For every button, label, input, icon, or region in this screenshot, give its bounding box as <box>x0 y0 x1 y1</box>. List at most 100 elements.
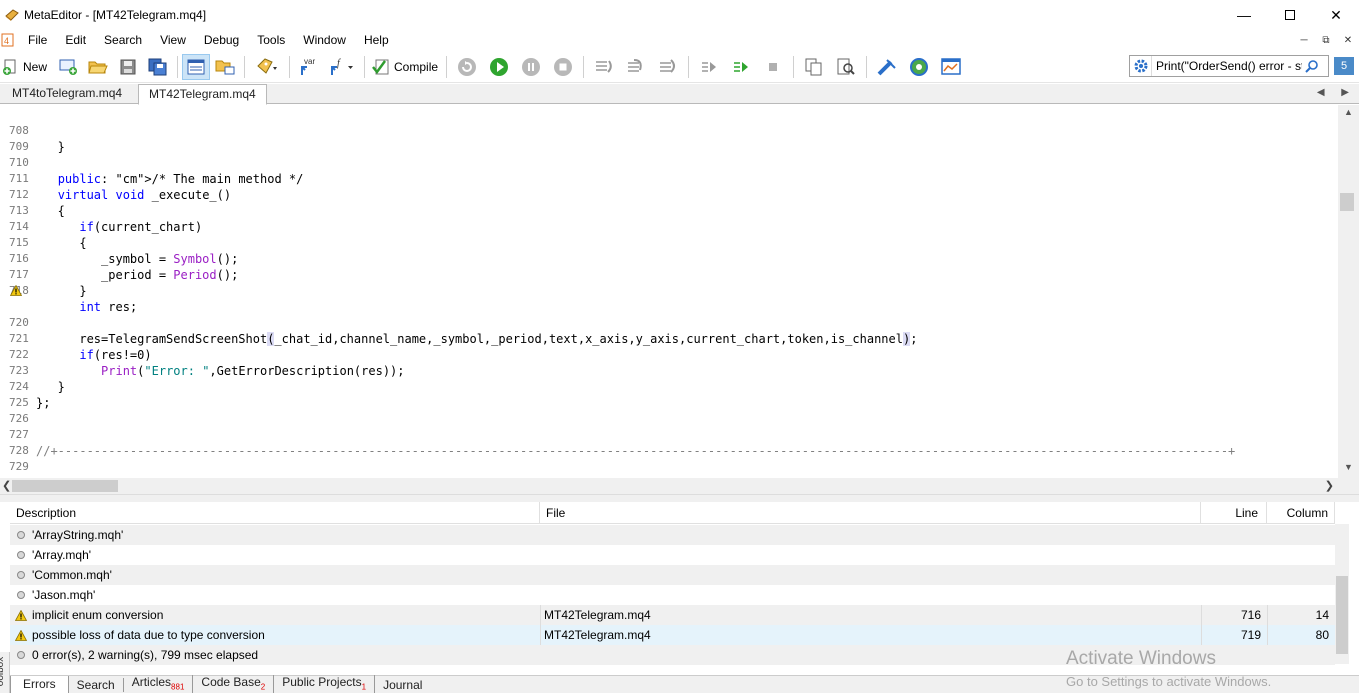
table-row[interactable]: 'ArrayString.mqh' <box>10 525 1335 545</box>
styler-dropdown-button[interactable] <box>249 54 285 80</box>
scroll-right-icon[interactable]: ❯ <box>1325 478 1334 494</box>
stop-button[interactable] <box>547 54 579 80</box>
menu-help[interactable]: Help <box>355 30 398 50</box>
table-row[interactable]: implicit enum conversion MT42Telegram.mq… <box>10 605 1335 625</box>
mdi-minimize-icon[interactable]: ─ <box>1293 35 1315 46</box>
run-arrow-gray-icon <box>702 61 717 72</box>
panel-splitter[interactable] <box>0 494 1359 502</box>
table-row[interactable]: 'Array.mqh' <box>10 545 1335 565</box>
column-header-line[interactable]: Line <box>1201 502 1267 524</box>
scroll-left-icon[interactable]: ❮ <box>2 478 11 494</box>
new-button[interactable]: New <box>2 54 47 80</box>
errors-vertical-scrollbar[interactable] <box>1335 524 1349 664</box>
tab-errors[interactable]: Errors <box>10 675 69 693</box>
step-out-button[interactable] <box>652 54 684 80</box>
menu-window[interactable]: Window <box>294 30 355 50</box>
toolbox-side-label[interactable]: oolbox <box>0 652 10 693</box>
styler-button[interactable] <box>871 54 903 80</box>
scroll-up-icon[interactable]: ▲ <box>1338 107 1359 121</box>
column-header-column[interactable]: Column <box>1267 502 1335 524</box>
navigator-toggle-button[interactable] <box>182 53 211 80</box>
info-dot-icon <box>17 571 25 579</box>
code-line: 710 public: "cm">/* The main method */ <box>0 139 1338 186</box>
info-dot-icon <box>17 551 25 559</box>
tab-mt4totelegram[interactable]: MT4toTelegram.mq4 <box>2 84 132 104</box>
menu-view[interactable]: View <box>151 30 195 50</box>
mdi-close-icon[interactable]: ✕ <box>1337 35 1359 46</box>
terminal-button[interactable] <box>935 54 967 80</box>
scroll-thumb[interactable] <box>12 480 118 492</box>
close-button[interactable]: ✕ <box>1313 0 1359 30</box>
compile-check-icon <box>372 59 389 74</box>
save-all-button[interactable] <box>143 54 173 80</box>
code-line: 729 <box>0 443 1338 473</box>
scroll-down-icon[interactable]: ▼ <box>1338 462 1359 476</box>
open-button[interactable] <box>83 54 113 80</box>
copy-button[interactable] <box>798 54 830 80</box>
code-line: 715 _symbol = Symbol(); <box>0 219 1338 266</box>
tab-articles[interactable]: Articles881 <box>124 674 194 693</box>
editor-vertical-scrollbar[interactable]: ▲ ▼ <box>1338 105 1359 478</box>
pause-button[interactable] <box>515 54 547 80</box>
document-icon[interactable]: 4 <box>1 33 15 47</box>
minimize-button[interactable]: — <box>1221 0 1267 30</box>
scroll-thumb[interactable] <box>1336 576 1348 654</box>
code-line: 724 }; <box>0 363 1338 410</box>
insert-variable-button[interactable]: var <box>294 54 324 80</box>
search-input[interactable] <box>1152 59 1302 73</box>
menu-file[interactable]: File <box>19 30 56 50</box>
menu-debug[interactable]: Debug <box>195 30 248 50</box>
menu-edit[interactable]: Edit <box>56 30 95 50</box>
save-button[interactable] <box>113 54 143 80</box>
tab-search[interactable]: Search <box>69 677 124 692</box>
table-row[interactable]: 'Common.mqh' <box>10 565 1335 585</box>
step-over-button[interactable] <box>620 54 652 80</box>
editor-horizontal-scrollbar[interactable]: ❮ ❯ <box>0 478 1338 494</box>
info-dot-icon <box>17 531 25 539</box>
table-row[interactable]: 'Jason.mqh' <box>10 585 1335 605</box>
column-header-file[interactable]: File <box>540 502 1201 524</box>
restart-button[interactable] <box>451 54 483 80</box>
svg-text:4: 4 <box>4 36 9 46</box>
tab-public-projects-count: 1 <box>361 682 367 692</box>
main-toolbar: New var f Compile Print("OrderSend() err… <box>0 51 1359 83</box>
error-description: 'ArrayString.mqh' <box>32 528 124 542</box>
search-button[interactable] <box>1302 59 1322 73</box>
step-into-button[interactable] <box>588 54 620 80</box>
copy-documents-icon <box>805 58 822 75</box>
notification-badge[interactable]: 5 <box>1334 57 1354 75</box>
toolbox-label-text: oolbox <box>0 656 7 687</box>
window-title: MetaEditor - [MT42Telegram.mq4] <box>24 8 207 22</box>
warning-icon <box>10 285 22 296</box>
code-editor[interactable]: 708 } 709 710 public: "cm">/* The main m… <box>0 105 1338 478</box>
toolbox-toggle-button[interactable] <box>210 54 240 80</box>
tab-scroll-right-icon[interactable]: ▶ <box>1341 87 1349 98</box>
search-settings-button[interactable] <box>1130 56 1152 76</box>
tab-code-base[interactable]: Code Base2 <box>193 674 275 693</box>
start-debug-button[interactable] <box>483 54 515 80</box>
insert-function-button[interactable]: f <box>324 54 360 80</box>
run-to-cursor-button[interactable] <box>693 54 725 80</box>
mdi-restore-icon[interactable]: ⧉ <box>1315 35 1337 46</box>
table-row-selected[interactable]: possible loss of data due to type conver… <box>10 625 1335 645</box>
stop-profiling-button[interactable] <box>757 54 789 80</box>
navigator-panel-icon <box>187 59 205 74</box>
menu-tools[interactable]: Tools <box>248 30 294 50</box>
tab-code-base-label: Code Base <box>201 674 261 689</box>
maximize-button[interactable] <box>1267 0 1313 30</box>
tab-mt42telegram[interactable]: MT42Telegram.mq4 <box>138 84 267 105</box>
comb-brush-icon <box>877 58 896 75</box>
error-file: MT42Telegram.mq4 <box>540 625 651 645</box>
compile-button[interactable]: Compile <box>371 54 438 80</box>
menu-search[interactable]: Search <box>95 30 151 50</box>
tab-journal[interactable]: Journal <box>375 678 430 692</box>
tab-scroll-left-icon[interactable]: ◀ <box>1317 87 1325 98</box>
tab-public-projects[interactable]: Public Projects1 <box>274 674 376 693</box>
column-header-description[interactable]: Description <box>10 502 540 524</box>
find-in-files-button[interactable] <box>830 54 862 80</box>
step-out-icon <box>660 58 676 73</box>
new-project-button[interactable] <box>53 54 83 80</box>
market-button[interactable] <box>903 54 935 80</box>
start-profiling-button[interactable] <box>725 54 757 80</box>
scroll-thumb[interactable] <box>1340 193 1354 211</box>
